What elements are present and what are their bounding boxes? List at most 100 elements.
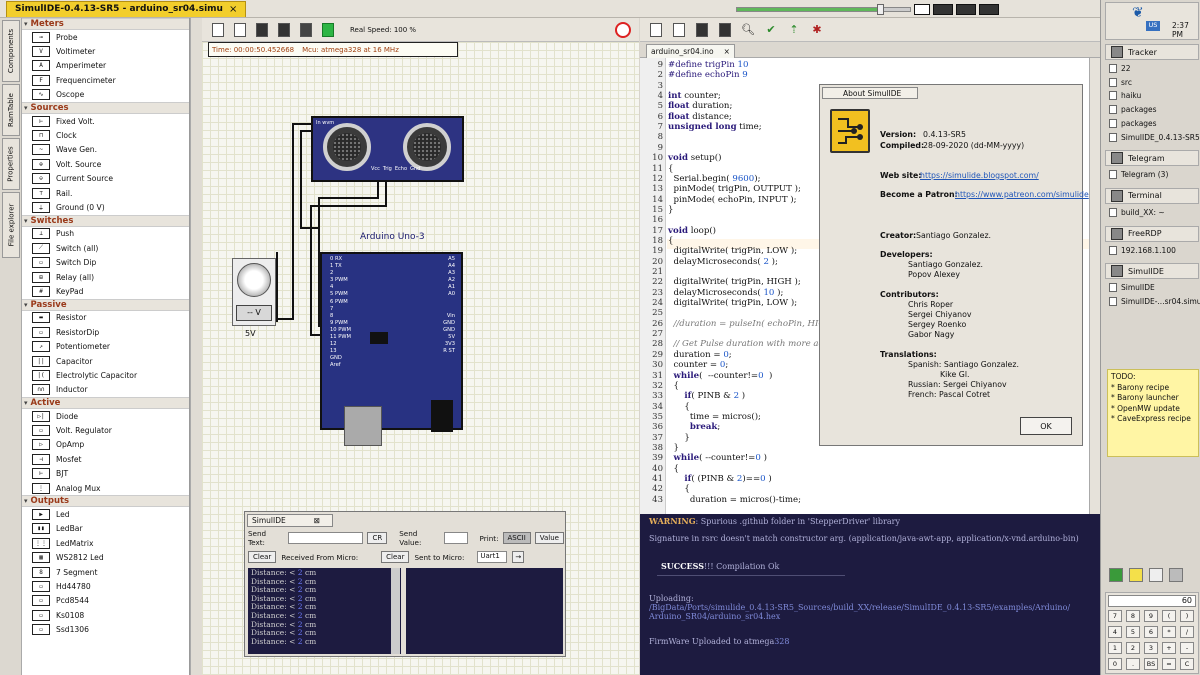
category-switches[interactable]: ▾ Switches xyxy=(22,214,189,227)
component-led[interactable]: ▶ Led xyxy=(22,507,189,521)
calc-key[interactable]: 8 xyxy=(1126,610,1140,622)
app-window-item[interactable]: src xyxy=(1109,77,1132,87)
voltage-source[interactable]: -- V xyxy=(232,258,276,326)
leaf-icon[interactable]: ❦ xyxy=(1132,5,1158,21)
locale-badge[interactable]: US xyxy=(1146,21,1160,31)
sent-text-area[interactable] xyxy=(406,568,563,654)
component-ws2812-led[interactable]: ▦ WS2812 Led xyxy=(22,551,189,565)
calc-key[interactable]: 7 xyxy=(1108,610,1122,622)
tab-file-explorer[interactable]: File explorer xyxy=(2,192,20,258)
component-hd44780[interactable]: ▭ Hd44780 xyxy=(22,579,189,593)
component-ledmatrix[interactable]: ⋮⋮ LedMatrix xyxy=(22,536,189,550)
uart-select[interactable]: Uart1 xyxy=(477,551,508,563)
top-slider[interactable] xyxy=(736,3,911,15)
voltage-toggle-button[interactable]: -- V xyxy=(236,305,272,321)
expand-icon[interactable]: ▾ xyxy=(24,217,28,225)
component-pcd8544[interactable]: ▭ Pcd8544 xyxy=(22,594,189,608)
component-current-source[interactable]: ⊖ Current Source xyxy=(22,172,189,186)
category-active[interactable]: ▾ Active xyxy=(22,396,189,409)
folder-icon[interactable] xyxy=(1109,568,1123,582)
calc-key[interactable]: . xyxy=(1126,658,1140,670)
app-window-item[interactable]: Telegram (3) xyxy=(1109,170,1168,180)
new-file-icon[interactable] xyxy=(650,22,662,37)
tiny-window-3[interactable] xyxy=(956,3,976,15)
port-arrow-button[interactable]: → xyxy=(512,551,525,563)
calc-key[interactable]: 5 xyxy=(1126,626,1140,638)
tab-ramtable[interactable]: RamTable xyxy=(2,84,20,136)
component-analog-mux[interactable]: ⋮ Analog Mux xyxy=(22,481,189,495)
component-push[interactable]: ⊥ Push xyxy=(22,227,189,241)
calc-key[interactable]: 1 xyxy=(1108,642,1122,654)
component-7-segment[interactable]: 8 7 Segment xyxy=(22,565,189,579)
value-button[interactable]: Value xyxy=(534,532,564,544)
calc-key[interactable]: * xyxy=(1162,626,1176,638)
open-file-icon[interactable] xyxy=(673,22,685,37)
cr-button[interactable]: CR xyxy=(367,532,388,544)
close-icon[interactable]: × xyxy=(229,4,237,15)
calc-key[interactable]: 2 xyxy=(1126,642,1140,654)
component-probe[interactable]: ⊸ Probe xyxy=(22,30,189,44)
component-capacitor[interactable]: || Capacitor xyxy=(22,354,189,368)
component-ledbar[interactable]: ▮▮ LedBar xyxy=(22,522,189,536)
component-resistor[interactable]: ▬ Resistor xyxy=(22,311,189,325)
editor-tab[interactable]: arduino_sr04.ino × xyxy=(646,44,735,58)
calc-key[interactable]: ( xyxy=(1162,610,1176,622)
website-link[interactable]: https://simulide.blogspot.com/ xyxy=(920,171,1039,180)
close-icon[interactable]: ⊠ xyxy=(314,516,320,525)
tiny-window-2[interactable] xyxy=(933,3,953,15)
expand-icon[interactable]: ▾ xyxy=(24,301,28,309)
component-opamp[interactable]: ▷ OpAmp xyxy=(22,438,189,452)
component-volt-regulator[interactable]: ▭ Volt. Regulator xyxy=(22,423,189,437)
category-sources[interactable]: ▾ Sources xyxy=(22,101,189,114)
app-telegram[interactable]: Telegram xyxy=(1105,150,1199,167)
open-circuit-icon[interactable] xyxy=(234,22,246,37)
expand-icon[interactable]: ▾ xyxy=(24,399,28,407)
expand-icon[interactable]: ▾ xyxy=(24,104,28,112)
tab-components[interactable]: Components xyxy=(2,20,20,82)
find-icon[interactable]: 🔍︎ xyxy=(741,23,755,37)
received-scrollbar[interactable] xyxy=(391,568,400,654)
voltage-knob[interactable] xyxy=(237,263,271,297)
upload-icon[interactable]: ⇡ xyxy=(788,23,800,37)
component-potentiometer[interactable]: ↗ Potentiometer xyxy=(22,339,189,353)
app-window-item[interactable]: SimulIDE-...sr04.simu xyxy=(1109,297,1200,306)
component-keypad[interactable]: # KeyPad xyxy=(22,284,189,298)
app-window-item[interactable]: haiku xyxy=(1109,91,1141,101)
app-window-item[interactable]: 22 xyxy=(1109,64,1131,73)
save-as-file-icon[interactable] xyxy=(719,22,731,37)
component-clock[interactable]: ⊓ Clock xyxy=(22,128,189,142)
send-text-input[interactable] xyxy=(288,532,364,544)
app-window-item[interactable]: build_XX: ~ xyxy=(1109,207,1165,217)
calc-key[interactable]: 9 xyxy=(1144,610,1158,622)
app-window-item[interactable]: packages xyxy=(1109,105,1157,115)
expand-icon[interactable]: ▾ xyxy=(24,497,28,505)
component-voltimeter[interactable]: V Voltimeter xyxy=(22,44,189,58)
calc-key[interactable]: C xyxy=(1180,658,1194,670)
expand-icon[interactable]: ▾ xyxy=(24,20,28,28)
received-text-area[interactable]: Distance: < 2 cm Distance: < 2 cm Distance… xyxy=(248,568,401,654)
component-fixed-volt-[interactable]: ⊢ Fixed Volt. xyxy=(22,114,189,128)
hc-sr04-sensor[interactable]: In wvm Vcc Trig Echo Gnd xyxy=(311,116,464,182)
arduino-uno-board[interactable]: 0 RX 1 TX 2 3 PWM 4 5 PWM 6 PWM 7 8 9 PWM 10 PWM 11… xyxy=(320,252,463,446)
send-value-input[interactable] xyxy=(444,532,468,544)
component-switch-dip[interactable]: ▭ Switch Dip xyxy=(22,255,189,269)
compile-icon[interactable]: ✔ xyxy=(765,23,777,37)
calc-key[interactable]: / xyxy=(1180,626,1194,638)
app-tracker[interactable]: Tracker xyxy=(1105,44,1199,60)
component-mosfet[interactable]: ⊣ Mosfet xyxy=(22,452,189,466)
app-window-item[interactable]: packages xyxy=(1109,118,1157,128)
app-window-item[interactable]: SimulIDE_0.4.13-SR5 xyxy=(1109,132,1200,142)
app-freerdp[interactable]: FreeRDP xyxy=(1105,225,1199,242)
close-icon[interactable]: × xyxy=(724,47,730,56)
calc-key[interactable]: 4 xyxy=(1108,626,1122,638)
clear-received-button[interactable]: Clear xyxy=(248,551,277,563)
save-circuit-icon[interactable] xyxy=(256,22,268,37)
category-passive[interactable]: ▾ Passive xyxy=(22,298,189,311)
serial-monitor-tab[interactable]: SimulIDE ⊠ xyxy=(247,514,333,527)
app-simulide[interactable]: SimulIDE xyxy=(1105,263,1199,280)
save-as-circuit-icon[interactable] xyxy=(278,22,290,37)
tab-properties[interactable]: Properties xyxy=(2,138,20,190)
save-file-icon[interactable] xyxy=(696,22,708,37)
todo-note[interactable]: TODO: * Barony recipe * Barony launcher * … xyxy=(1107,369,1199,457)
ok-button[interactable]: OK xyxy=(1020,417,1072,435)
